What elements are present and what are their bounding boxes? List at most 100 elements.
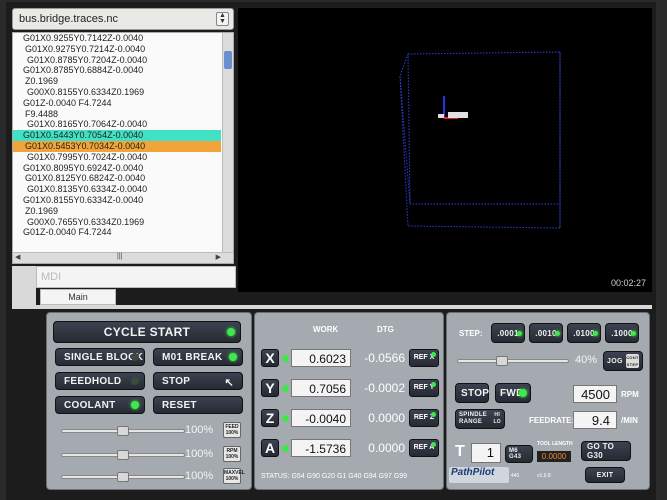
ref-x-button[interactable]: REF X	[409, 349, 439, 367]
single-block-button[interactable]: SINGLE BLOCK	[55, 348, 145, 366]
ref-a-button[interactable]: REF A	[409, 439, 439, 457]
gcode-line[interactable]: F9.4488	[13, 109, 221, 120]
feed-override-percent: 100%	[185, 424, 214, 436]
m01-break-button[interactable]: M01 BREAK	[153, 348, 243, 366]
gcode-line[interactable]: G01X0.7995Y0.7024Z-0.0040	[13, 152, 221, 163]
scroll-grip-icon[interactable]: |||	[117, 253, 122, 260]
feed-override-slider[interactable]	[61, 426, 185, 436]
axis-a-work-field[interactable]: -1.5736	[291, 439, 351, 457]
box-back-face	[407, 51, 561, 205]
axis-y-label[interactable]: Y	[261, 379, 279, 397]
step-1-button[interactable]: .0010	[529, 323, 563, 343]
spindle-stop-button[interactable]: STOP	[455, 383, 489, 403]
jog-speed-slider[interactable]	[457, 356, 569, 366]
horizontal-scrollbar[interactable]: ◀ ||| ▶	[13, 252, 233, 263]
spindle-range-button[interactable]: SPINDLE RANGE HI LO	[455, 409, 505, 429]
gcode-listing[interactable]: G01X0.9255Y0.7142Z-0.0040 G01X0.9275Y0.72…	[12, 32, 234, 264]
axis-x-label[interactable]: X	[261, 349, 279, 367]
gcode-line[interactable]: Z0.1969	[13, 76, 221, 87]
gcode-line[interactable]: G01X0.8165Y0.7064Z-0.0040	[13, 119, 221, 130]
gcode-line[interactable]: G00X0.8155Y0.6334Z0.1969	[13, 87, 221, 98]
single-block-led	[131, 353, 139, 361]
rpm-override-slider[interactable]	[61, 450, 185, 460]
range-hi-lo: HI LO	[493, 412, 501, 426]
axis-y-work-field[interactable]: 0.7056	[291, 379, 351, 397]
file-name: bus.bridge.traces.nc	[19, 13, 119, 25]
jog-label: JOG	[607, 357, 623, 365]
feedhold-button[interactable]: FEEDHOLD	[55, 372, 145, 390]
axis-x-work-field[interactable]: 0.6023	[291, 349, 351, 367]
axis-z-label[interactable]: Z	[261, 409, 279, 427]
goto-g30-button[interactable]: GO TO G30	[581, 441, 631, 461]
scroll-left-icon[interactable]: ◀	[15, 253, 20, 261]
file-selector[interactable]: bus.bridge.traces.nc ▲ ▼	[12, 8, 234, 30]
rpm-override-percent: 100%	[185, 448, 214, 460]
gcode-line[interactable]: G00X0.7655Y0.6334Z0.1969	[13, 217, 221, 228]
tool-number-field[interactable]: 1	[471, 443, 501, 463]
stop-label: STOP	[162, 375, 191, 387]
jog-mode-button[interactable]: JOG CONT STEP	[603, 351, 643, 371]
reset-button[interactable]: RESET	[153, 396, 243, 414]
gcode-line[interactable]: G01Z-0.0040 F4.7244	[13, 227, 221, 238]
range-hi: HI	[494, 412, 501, 418]
maxvel-slider-knob[interactable]	[117, 472, 129, 482]
jog-spindle-panel: STEP: .0001 .0010 .0100 .1000 40% JOG CONT …	[446, 312, 650, 490]
gcode-line[interactable]: G01X0.9255Y0.7142Z-0.0040	[13, 33, 221, 44]
box-front-edges	[399, 53, 561, 229]
tab-main[interactable]: Main	[40, 289, 116, 305]
axis-z-led	[282, 415, 289, 422]
ref-led	[431, 352, 436, 357]
gcode-line[interactable]: Z0.1969	[13, 206, 221, 217]
rpm-slider-knob[interactable]	[117, 450, 129, 460]
axis-a-label[interactable]: A	[261, 439, 279, 457]
stop-button[interactable]: STOP ↖	[153, 372, 243, 390]
coolant-button[interactable]: COOLANT	[55, 396, 145, 414]
maxvel-override-percent: 100%	[185, 470, 214, 482]
status-line: STATUS: G54 G90 G20 G1 G40 G94 G97 G99	[261, 473, 408, 480]
axis-letter: Z	[265, 410, 275, 426]
scroll-thumb[interactable]	[224, 51, 232, 69]
feed-slider-knob[interactable]	[117, 426, 129, 436]
coolant-led	[131, 401, 139, 409]
rpm-field[interactable]: 4500	[573, 385, 617, 403]
gcode-line[interactable]: G01X0.8785Y0.7204Z-0.0040	[13, 55, 221, 66]
ref-z-button[interactable]: REF Z	[409, 409, 439, 427]
rpm-unit: RPM	[621, 390, 639, 399]
step-label: STEP:	[459, 329, 483, 338]
step-led	[555, 331, 560, 336]
feed-reset-button[interactable]: FEED 100%	[223, 422, 241, 438]
gcode-line[interactable]: G01X0.8135Y0.6334Z-0.0040	[13, 184, 221, 195]
vertical-scrollbar[interactable]	[222, 33, 233, 253]
axis-z-work-field[interactable]: -0.0040	[291, 409, 351, 427]
gcode-line[interactable]: G01X0.8155Y0.6334Z-0.0040	[13, 195, 221, 206]
gcode-line[interactable]: G01X0.5443Y0.7054Z-0.0040	[13, 130, 221, 141]
rpm-reset-button[interactable]: RPM 100%	[223, 446, 241, 462]
gcode-line[interactable]: G01X0.8125Y0.6824Z-0.0040	[13, 173, 221, 184]
step-value: .0001	[497, 328, 519, 338]
gcode-line[interactable]: G01X0.8095Y0.6924Z-0.0040	[13, 163, 221, 174]
spindle-fwd-button[interactable]: FWD	[495, 383, 531, 403]
scroll-right-icon[interactable]: ▶	[216, 253, 221, 261]
work-header: WORK	[313, 325, 339, 334]
cycle-start-button[interactable]: CYCLE START	[53, 321, 241, 343]
step-3-button[interactable]: .1000	[605, 323, 639, 343]
exit-button[interactable]: EXIT	[585, 467, 625, 483]
gcode-line[interactable]: G01X0.9275Y0.7214Z-0.0040	[13, 44, 221, 55]
dropdown-arrows-icon[interactable]: ▲ ▼	[216, 12, 229, 26]
jog-slider-knob[interactable]	[496, 356, 508, 366]
gcode-line[interactable]: G01Z-0.0040 F4.7244	[13, 98, 221, 109]
feedrate-field[interactable]: 9.4	[573, 411, 617, 429]
gcode-line[interactable]: G01X0.5453Y0.7034Z-0.0040	[13, 140, 221, 152]
maxvel-override-slider[interactable]	[61, 472, 185, 482]
gcode-list: G01X0.9255Y0.7142Z-0.0040 G01X0.9275Y0.72…	[13, 33, 221, 253]
maxvel-reset-button[interactable]: MAXVEL 100%	[223, 468, 245, 484]
step-2-button[interactable]: .0100	[567, 323, 601, 343]
axis-y-led	[282, 385, 289, 392]
toolpath-viewport[interactable]: 00:02:27	[238, 8, 652, 292]
step-led	[517, 331, 522, 336]
ref-y-button[interactable]: REF Y	[409, 379, 439, 397]
step-0-button[interactable]: .0001	[491, 323, 525, 343]
gcode-line[interactable]: G01X0.8785Y0.6884Z-0.0040	[13, 65, 221, 76]
m6-g43-button[interactable]: M6 G43	[505, 445, 533, 463]
mdi-input[interactable]: MDI	[36, 266, 236, 288]
